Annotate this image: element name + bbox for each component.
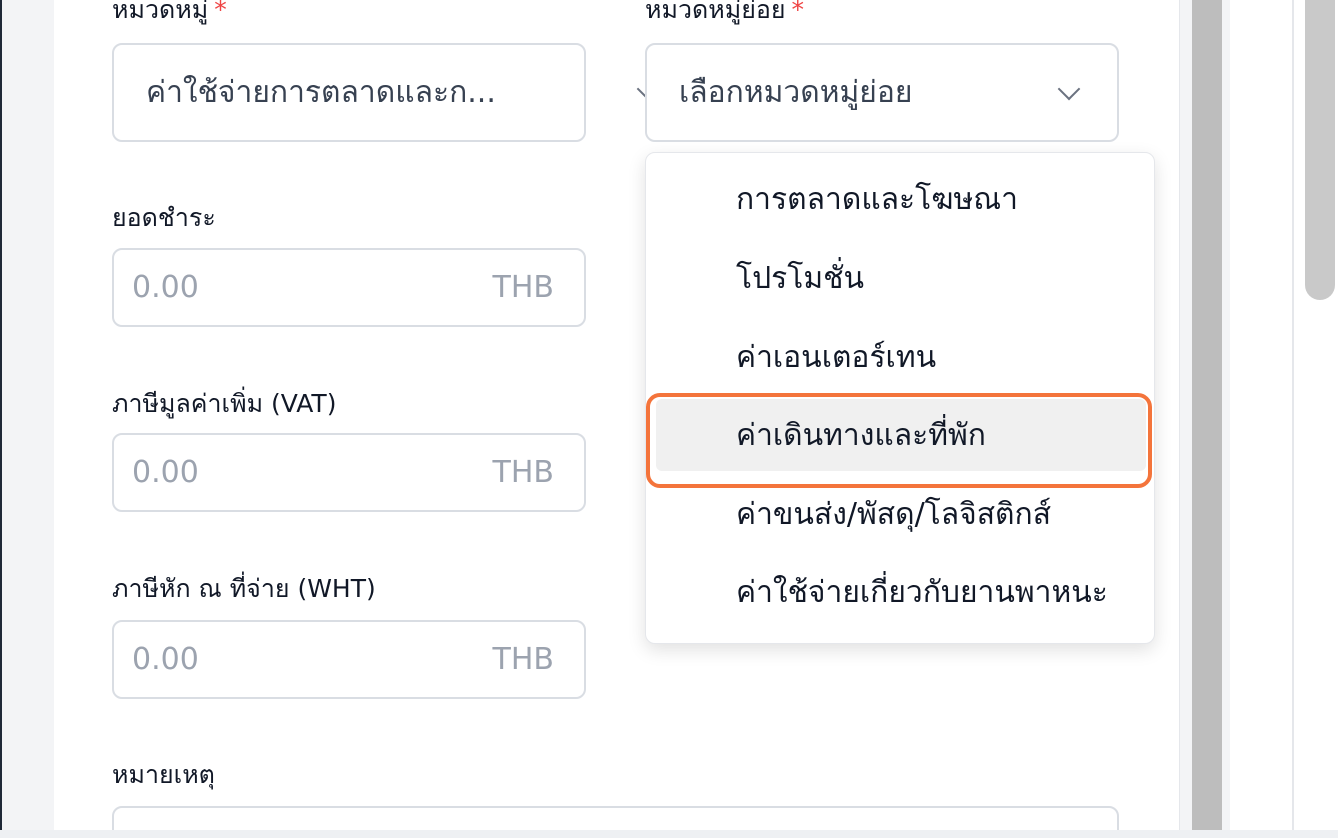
chevron-down-icon [1057, 77, 1081, 100]
payment-amount-placeholder: 0.00 [132, 270, 199, 305]
category-label-text: หมวดหมู่ [112, 0, 209, 24]
payment-amount-label: ยอดชำระ [112, 203, 216, 232]
window-left-edge [0, 0, 54, 838]
dropdown-option[interactable]: ค่าใช้จ่ายเกี่ยวกับยานพาหนะ [656, 556, 1146, 628]
subcategory-select-placeholder: เลือกหมวดหมู่ย่อย [679, 75, 913, 110]
dropdown-option[interactable]: การตลาดและโฆษณา [656, 163, 1146, 235]
dropdown-option[interactable]: ค่าเอนเตอร์เทน [656, 321, 1146, 393]
category-select[interactable]: ค่าใช้จ่ายการตลาดและก... [112, 43, 660, 142]
subcategory-label-text: หมวดหมู่ย่อย [645, 0, 786, 24]
wht-input[interactable]: 0.00 THB [112, 620, 586, 699]
gutter-divider [1292, 0, 1294, 830]
subcategory-label: หมวดหมู่ย่อย * [645, 0, 804, 25]
category-select-value: ค่าใช้จ่ายการตลาดและก... [146, 75, 496, 110]
dropdown-option-highlighted[interactable]: ค่าเดินทางและที่พัก [656, 399, 1146, 471]
currency-suffix: THB [492, 270, 554, 305]
payment-amount-input[interactable]: 0.00 THB [112, 248, 586, 327]
subcategory-select[interactable]: เลือกหมวดหมู่ย่อย [645, 43, 1119, 142]
panel-scrollbar[interactable] [1192, 0, 1222, 830]
currency-suffix: THB [492, 455, 554, 490]
vat-label: ภาษีมูลค่าเพิ่ม (VAT) [112, 389, 337, 418]
bottom-edge [0, 830, 1338, 838]
currency-suffix: THB [492, 642, 554, 677]
vat-input[interactable]: 0.00 THB [112, 433, 586, 512]
wht-label: ภาษีหัก ณ ที่จ่าย (WHT) [112, 574, 376, 603]
vat-placeholder: 0.00 [132, 455, 199, 490]
dropdown-option[interactable]: ค่าขนส่ง/พัสดุ/โลจิสติกส์ [656, 478, 1146, 550]
required-mark: * [214, 0, 227, 24]
page-scrollbar-thumb[interactable] [1305, 0, 1335, 300]
dropdown-option[interactable]: โปรโมชั่น [656, 242, 1146, 314]
wht-placeholder: 0.00 [132, 642, 199, 677]
notes-label: หมายเหตุ [112, 760, 215, 789]
subcategory-dropdown-menu: การตลาดและโฆษณา โปรโมชั่น ค่าเอนเตอร์เทน… [645, 152, 1155, 644]
required-mark: * [791, 0, 805, 24]
category-label: หมวดหมู่ * [112, 0, 227, 25]
